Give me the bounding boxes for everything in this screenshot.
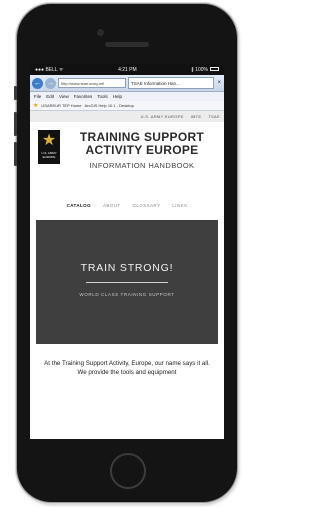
battery-status: ∦ 100%: [191, 67, 219, 73]
nav-glossary[interactable]: GLOSSARY: [133, 203, 161, 208]
nav-about[interactable]: ABOUT: [103, 203, 121, 208]
top-link-tsae[interactable]: TSAE: [208, 114, 220, 119]
menu-favorites[interactable]: Favorites: [74, 94, 93, 99]
organization-title: TRAINING SUPPORT ACTIVITY EUROPE: [64, 131, 220, 157]
menu-file[interactable]: File: [34, 94, 41, 99]
site-top-links: U.S. ARMY EUROPE IMTE TSAE: [30, 111, 224, 122]
battery-icon: [209, 67, 219, 72]
browser-menu-bar: File Edit View Favorites Tools Help: [30, 92, 224, 101]
hero-divider: [86, 282, 168, 283]
carrier-signal: ●●● BELL ᯤ: [35, 66, 64, 73]
hero-banner: TRAIN STRONG! WORLD CLASS TRAINING SUPPO…: [36, 220, 218, 344]
nav-catalog[interactable]: CATALOG: [67, 203, 91, 208]
close-tab-icon[interactable]: ×: [216, 80, 222, 86]
browser-tab[interactable]: TSAE Information Han...: [128, 77, 215, 89]
browser-toolbar: ← → http://www.tsae.army.mil TSAE Inform…: [30, 75, 224, 92]
favorites-star-icon[interactable]: ★: [33, 102, 38, 109]
back-button[interactable]: ←: [32, 77, 43, 89]
menu-tools[interactable]: Tools: [97, 94, 108, 99]
volume-up-button: [14, 112, 17, 136]
volume-down-button: [14, 142, 17, 166]
favorite-link-2[interactable]: ArcGIS Help 10.1 - Desktop: [84, 103, 133, 108]
hero-subtitle: WORLD CLASS TRAINING SUPPORT: [79, 292, 175, 297]
site-nav: CATALOG ABOUT GLOSSARY LINKS: [30, 194, 224, 216]
intro-paragraph: At the Training Support Activity, Europe…: [44, 360, 210, 376]
menu-help[interactable]: Help: [113, 94, 122, 99]
top-link-usareur[interactable]: U.S. ARMY EUROPE: [141, 114, 184, 119]
star-icon: ★: [41, 132, 57, 149]
title-line-2: ACTIVITY EUROPE: [85, 143, 199, 157]
menu-edit[interactable]: Edit: [46, 94, 54, 99]
hero-title: TRAIN STRONG!: [80, 262, 174, 274]
address-bar[interactable]: http://www.tsae.army.mil: [58, 78, 126, 88]
army-star-logo[interactable]: ★ U.S. ARMY EUROPE: [38, 130, 60, 164]
top-link-imte[interactable]: IMTE: [191, 114, 202, 119]
menu-view[interactable]: View: [59, 94, 69, 99]
logo-caption: U.S. ARMY EUROPE: [41, 151, 57, 159]
site-subtitle: INFORMATION HANDBOOK: [89, 161, 195, 170]
site-header: ★ U.S. ARMY EUROPE TRAINING SUPPORT ACTI…: [30, 122, 224, 194]
home-button[interactable]: [110, 453, 146, 489]
battery-percent: ∦ 100%: [191, 66, 208, 73]
front-camera: [97, 29, 104, 36]
favorites-bar: ★ USAREUR TEP Home ArcGIS Help 10.1 - De…: [30, 101, 224, 111]
clock: 4:21 PM: [118, 66, 137, 73]
forward-button[interactable]: →: [45, 77, 56, 89]
favorite-link-1[interactable]: USAREUR TEP Home: [41, 103, 81, 108]
status-bar: ●●● BELL ᯤ 4:21 PM ∦ 100%: [30, 64, 224, 75]
earpiece-speaker: [105, 42, 149, 47]
phone-screen: ●●● BELL ᯤ 4:21 PM ∦ 100% ← → http://www…: [30, 64, 224, 439]
silent-switch: [14, 86, 17, 100]
nav-links[interactable]: LINKS: [172, 203, 187, 208]
